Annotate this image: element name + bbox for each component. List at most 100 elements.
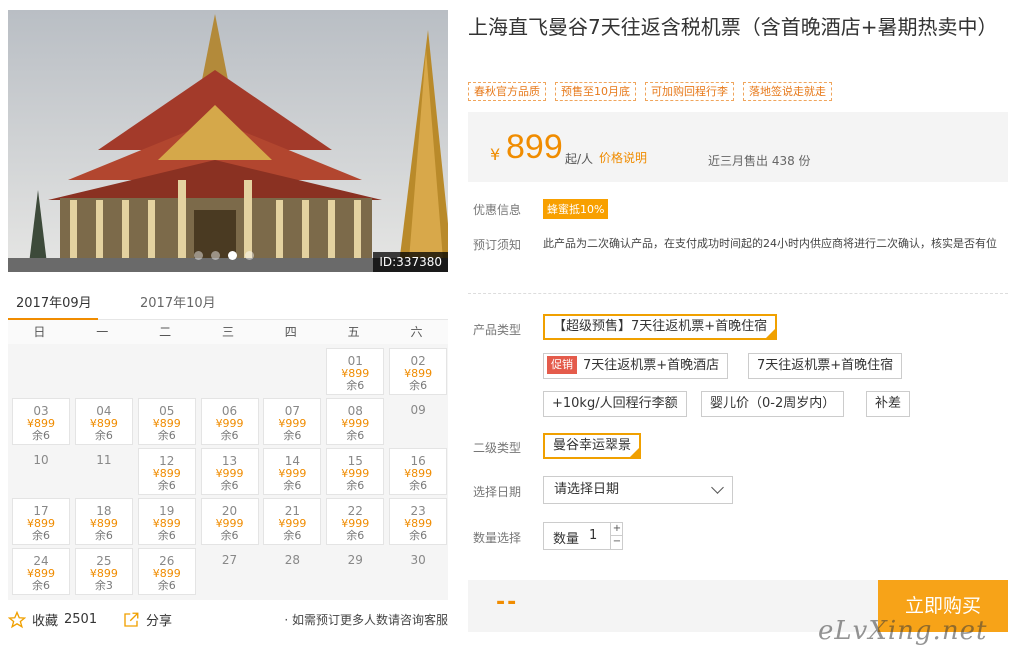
calendar-day: 11	[75, 448, 133, 495]
tag-item: 预售至10月底	[555, 82, 636, 101]
photo-id-label: ID:337380	[373, 252, 448, 272]
share-button[interactable]: 分享	[122, 610, 172, 629]
calendar-grid: 01 ¥899 余6 02 ¥899 余6 03 ¥899 余6 04 ¥899 余6 05 ¥899 余6…	[8, 344, 448, 600]
calendar-day[interactable]: 02 ¥899 余6	[389, 348, 448, 395]
notice-label: 预订须知	[473, 238, 522, 252]
month-tabs: 2017年09月 2017年10月	[8, 286, 448, 321]
calendar-day[interactable]: 24 ¥899 余6	[12, 548, 70, 595]
option-infant[interactable]: 婴儿价（0-2周岁内）	[701, 391, 845, 417]
calendar-day-number: 28	[284, 553, 301, 567]
date-select-value: 请选择日期	[554, 482, 620, 497]
promo-label: 优惠信息	[473, 203, 522, 217]
currency-symbol: ¥	[490, 145, 501, 164]
quantity-label: 数量	[553, 532, 580, 547]
product-tags: 春秋官方品质 预售至10月底 可加购回程行李 落地签说走就走	[468, 82, 832, 101]
calendar-day[interactable]: 15 ¥999 余6	[326, 448, 385, 495]
tag-item: 春秋官方品质	[468, 82, 546, 101]
option-surcharge[interactable]: 补差	[866, 391, 911, 417]
price-box: ¥ 899 起/人 价格说明 近三月售出 438 份	[468, 112, 1008, 182]
share-icon	[124, 612, 139, 627]
calendar-day-remaining: 余6	[32, 429, 50, 442]
calendar-day-remaining: 余6	[220, 529, 239, 542]
calendar-day-remaining: 余6	[346, 479, 365, 492]
page: ID:337380 2017年09月 2017年10月 日 一 二 三 四 五 六 01 ¥8…	[0, 0, 1021, 667]
quantity-increase-button[interactable]: +	[610, 523, 623, 536]
temple-image	[8, 10, 448, 272]
calendar-day: 29	[326, 548, 384, 595]
divider	[468, 293, 1008, 294]
calendar-day[interactable]: 16 ¥899 余6	[389, 448, 448, 495]
calendar-day-remaining: 余6	[94, 529, 113, 542]
calendar-day-number: 10	[33, 453, 49, 467]
product-type-label: 产品类型	[473, 323, 522, 337]
calendar-day-number: 11	[96, 453, 112, 467]
weekday-label: 三	[221, 325, 234, 339]
quantity-value[interactable]: 1	[589, 528, 597, 543]
calendar-day[interactable]: 13 ¥999 余6	[200, 448, 259, 495]
price-unit: 起/人	[565, 152, 594, 166]
calendar-day[interactable]: 06 ¥999 余6	[200, 398, 259, 445]
calendar-day[interactable]: 01 ¥899 余6	[326, 348, 385, 395]
notice-text: 此产品为二次确认产品，在支付成功时间起的24小时内供应商将进行二次确认，核实是否…	[543, 237, 997, 250]
tab-month-oct[interactable]: 2017年10月	[140, 292, 216, 311]
price-note-link[interactable]: 价格说明	[599, 149, 647, 166]
slide-dot[interactable]	[194, 251, 203, 260]
quantity-decrease-button[interactable]: −	[610, 536, 623, 549]
calendar-day[interactable]: 26 ¥899 余6	[137, 548, 196, 595]
total-price: --	[496, 590, 519, 615]
weekday-label: 一	[96, 325, 109, 339]
calendar-day-remaining: 余6	[283, 429, 302, 442]
chevron-down-icon	[711, 481, 724, 494]
tag-item: 落地签说走就走	[743, 82, 832, 101]
quantity-row-label: 数量选择	[473, 531, 522, 545]
calendar-day[interactable]: 21 ¥999 余6	[263, 498, 322, 545]
total-bar: --	[468, 580, 878, 632]
calendar-day[interactable]: 19 ¥899 余6	[137, 498, 196, 545]
calendar-day: 27	[201, 548, 259, 595]
date-select[interactable]: 请选择日期	[543, 476, 733, 504]
option-presale[interactable]: 【超级预售】7天往返机票+首晚住宿	[543, 314, 778, 340]
calendar-day[interactable]: 14 ¥999 余6	[263, 448, 322, 495]
weekday-label: 五	[347, 325, 360, 339]
calendar-day-remaining: 余6	[409, 529, 428, 542]
calendar-day[interactable]: 20 ¥999 余6	[200, 498, 259, 545]
option-flight-hotel[interactable]: 促销 7天往返机票+首晚酒店	[543, 353, 729, 379]
weekday-header: 日一二三四五六	[8, 320, 448, 344]
calendar-day-remaining: 余6	[157, 529, 176, 542]
calendar-day[interactable]: 23 ¥899 余6	[389, 498, 448, 545]
weekday-label: 六	[410, 325, 423, 339]
calendar-day[interactable]: 18 ¥899 余6	[74, 498, 133, 545]
calendar-day[interactable]: 05 ¥899 余6	[137, 398, 196, 445]
calendar-day[interactable]: 25 ¥899 余3	[74, 548, 133, 595]
option-luggage[interactable]: +10kg/人回程行李额	[543, 391, 687, 417]
slide-dot[interactable]	[211, 251, 220, 260]
calendar-day[interactable]: 12 ¥899 余6	[137, 448, 196, 495]
calendar-day[interactable]: 22 ¥999 余6	[326, 498, 385, 545]
tab-month-sep[interactable]: 2017年09月	[16, 292, 92, 311]
calendar-day[interactable]: 03 ¥899 余6	[12, 398, 70, 445]
option-label: 曼谷幸运翠景	[553, 438, 632, 453]
option-sub-type[interactable]: 曼谷幸运翠景	[543, 433, 642, 459]
selected-corner-icon	[766, 329, 776, 338]
calendar-day-number: 29	[347, 553, 363, 567]
slide-dot-active[interactable]	[228, 251, 237, 260]
calendar-day-remaining: 余6	[346, 529, 365, 542]
option-label: 7天往返机票+首晚酒店	[583, 358, 720, 373]
favorite-count: 2501	[64, 612, 98, 627]
option-flight-stay[interactable]: 7天往返机票+首晚住宿	[748, 353, 903, 379]
product-photo[interactable]: ID:337380	[8, 10, 448, 272]
calendar-day-remaining: 余6	[157, 429, 176, 442]
favorite-label: 收藏	[32, 614, 59, 629]
slide-dot[interactable]	[245, 251, 254, 260]
calendar-day[interactable]: 17 ¥899 余6	[12, 498, 70, 545]
calendar-day[interactable]: 08 ¥999 余6	[326, 398, 385, 445]
calendar-day[interactable]: 04 ¥899 余6	[74, 398, 133, 445]
favorite-button[interactable]: 收藏 2501	[8, 610, 97, 629]
calendar-day[interactable]: 07 ¥999 余6	[263, 398, 322, 445]
watermark: eLvXing.net	[818, 616, 988, 646]
calendar-day-remaining: 余6	[220, 479, 239, 492]
calendar-day: 10	[12, 448, 70, 495]
share-label: 分享	[146, 614, 173, 629]
option-label: 补差	[875, 396, 902, 411]
calendar-day: 09	[389, 398, 447, 445]
